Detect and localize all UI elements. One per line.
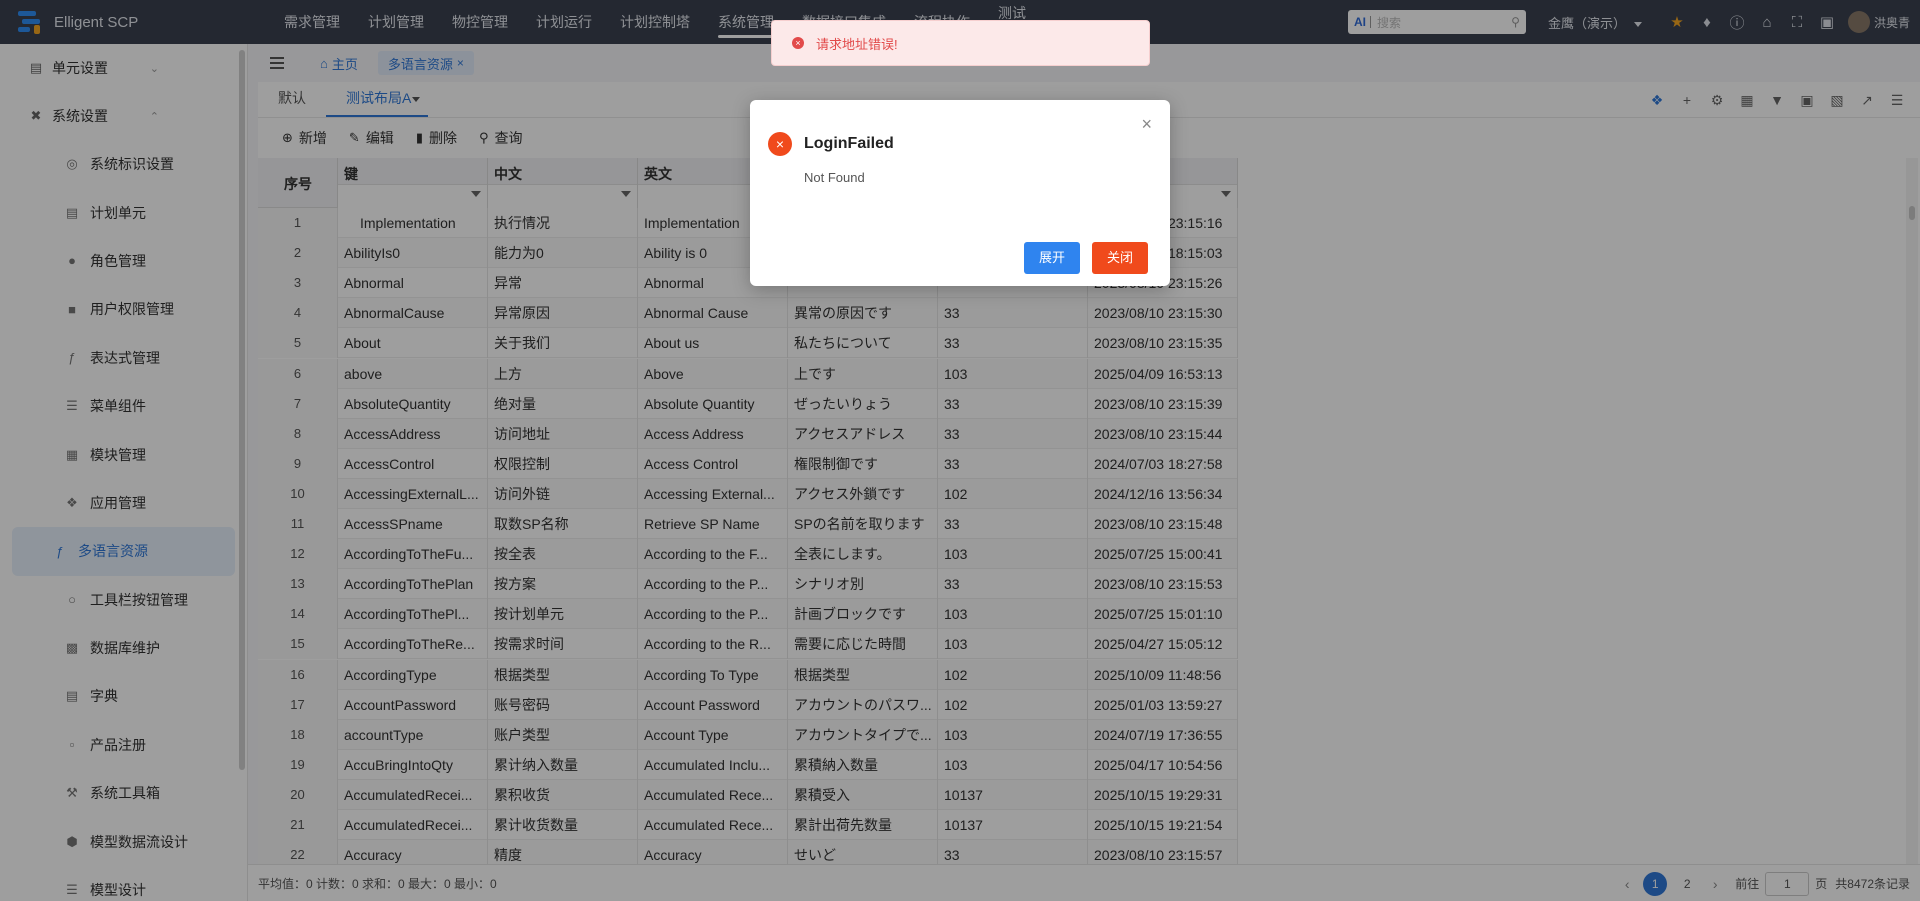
dialog-title: LoginFailed	[804, 135, 894, 152]
toast-message: 请求地址错误!	[816, 36, 898, 52]
expand-button[interactable]: 展开	[1024, 242, 1081, 274]
error-toast: × 请求地址错误!	[771, 20, 1150, 66]
error-dialog: × × LoginFailed Not Found 展开 关闭	[750, 100, 1170, 286]
error-icon: ×	[768, 132, 792, 156]
close-button[interactable]: 关闭	[1092, 242, 1149, 274]
close-icon[interactable]: ×	[1141, 114, 1152, 135]
error-icon: ×	[792, 37, 804, 49]
dialog-message: Not Found	[804, 170, 865, 185]
